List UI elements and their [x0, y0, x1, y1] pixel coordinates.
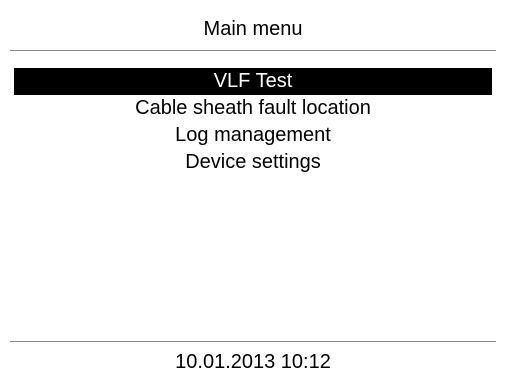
menu-item-log-management[interactable]: Log management: [14, 122, 492, 149]
page-title: Main menu: [203, 18, 303, 40]
status-datetime: 10.01.2013 10:12: [175, 351, 331, 373]
main-menu: VLF Test Cable sheath fault location Log…: [14, 68, 492, 176]
footer-divider: [10, 341, 496, 342]
device-screen: Main menu VLF Test Cable sheath fault lo…: [0, 0, 506, 381]
header-divider: [10, 50, 496, 51]
menu-item-vlf-test[interactable]: VLF Test: [14, 68, 492, 95]
menu-item-device-settings[interactable]: Device settings: [14, 149, 492, 176]
menu-item-cable-sheath-fault-location[interactable]: Cable sheath fault location: [14, 95, 492, 122]
